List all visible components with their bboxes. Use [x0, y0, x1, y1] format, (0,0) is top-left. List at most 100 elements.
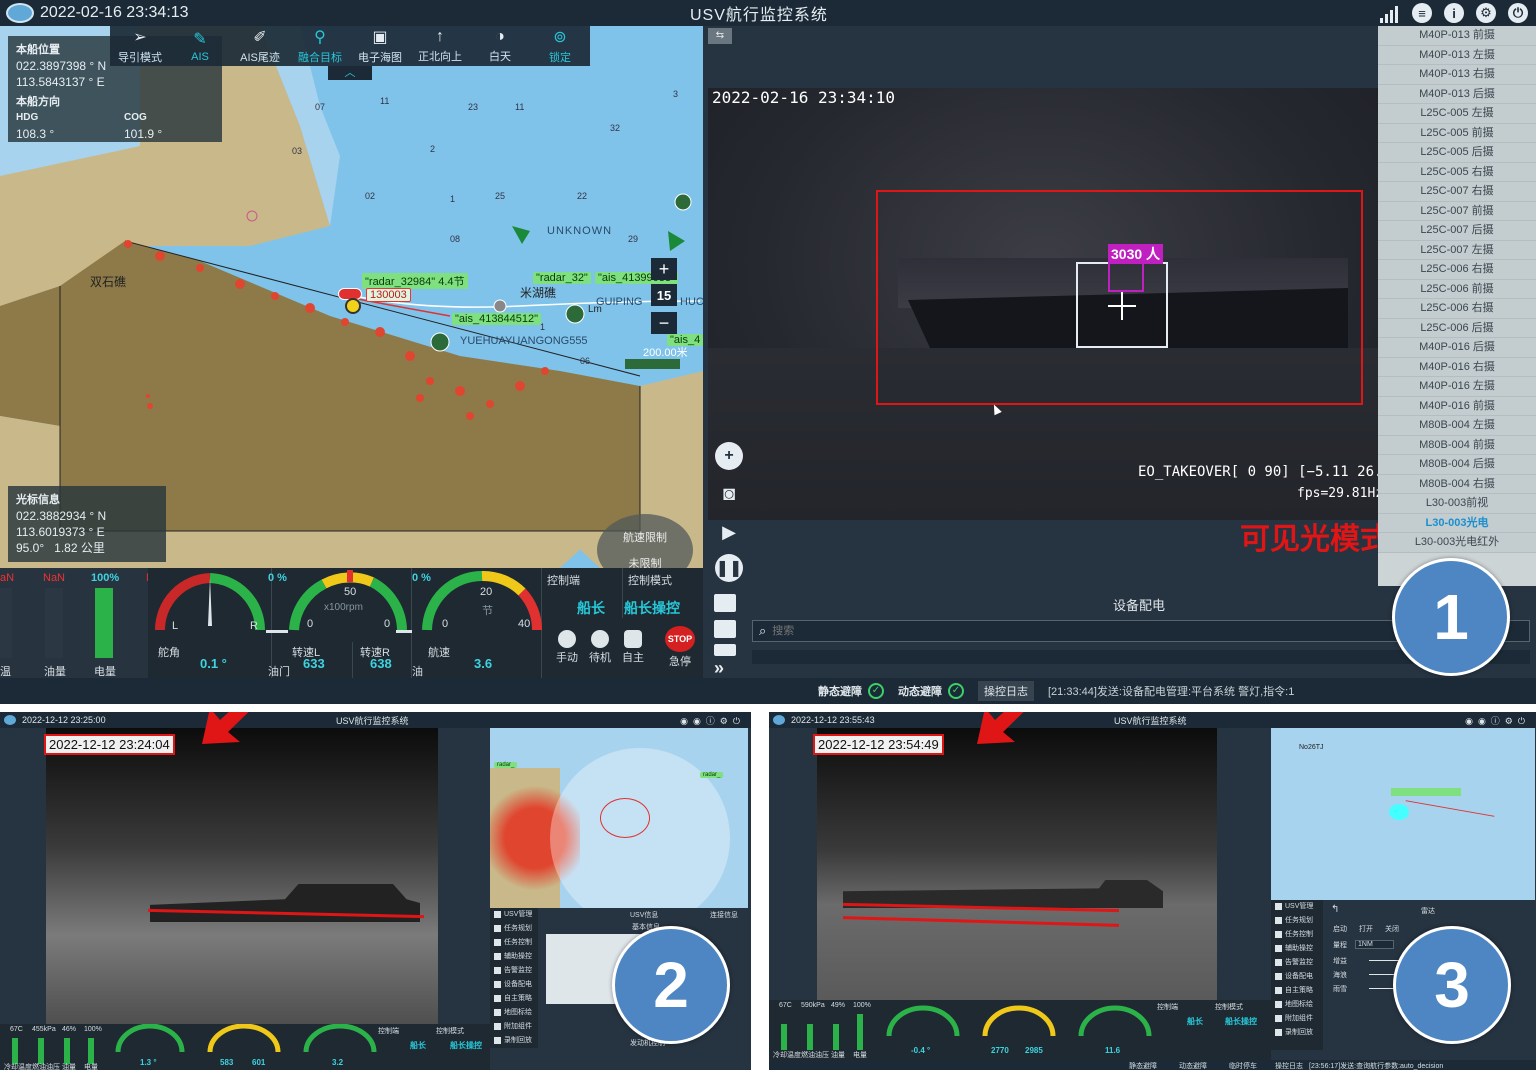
- sidebar-menu-item[interactable]: 录制回放: [490, 1034, 538, 1048]
- sidebar-menu-item[interactable]: 任务控制: [490, 936, 538, 950]
- manual-mode-button[interactable]: 手动: [552, 630, 582, 666]
- camera-list-item[interactable]: L25C-006 前摄: [1378, 279, 1536, 299]
- sidebar-menu-item[interactable]: 录制回放: [1271, 1026, 1323, 1040]
- camera-snapshot-icon[interactable]: ◙: [715, 480, 743, 508]
- panel2-map[interactable]: radar_ radar_: [490, 728, 748, 908]
- app-logo-icon: [6, 3, 34, 23]
- camera-list-item[interactable]: L25C-005 后摄: [1378, 143, 1536, 163]
- camera-list-item[interactable]: M80B-004 前摄: [1378, 435, 1536, 455]
- camera-list-item[interactable]: L25C-005 右摄: [1378, 162, 1536, 182]
- camera-list-item[interactable]: M40P-013 右摄: [1378, 65, 1536, 85]
- camera-list-item[interactable]: L25C-006 后摄: [1378, 318, 1536, 338]
- sidebar-menu-item[interactable]: USV管理: [1271, 900, 1323, 914]
- panel3-title: USV航行监控系统: [1114, 715, 1187, 726]
- panel2-target-label[interactable]: radar_: [494, 762, 518, 768]
- sidebar-menu-item[interactable]: 辅助操控: [1271, 942, 1323, 956]
- sidebar-menu-item[interactable]: 任务控制: [1271, 928, 1323, 942]
- static-avoid-check-icon[interactable]: ✓: [868, 683, 884, 699]
- camera-list-item[interactable]: L30-003光电红外: [1378, 533, 1536, 553]
- electronic-chart-map[interactable]: 双石礁 米湖礁 UNKNOWN GUIPING HUC YUEHUAYUANGO…: [0, 26, 703, 568]
- sidebar-menu-item[interactable]: 地图标绘: [490, 1006, 538, 1020]
- control-side-value[interactable]: 船长: [577, 598, 605, 618]
- target-label[interactable]: "ais_413844512": [452, 313, 542, 325]
- panel2-conn-info[interactable]: 连接信息: [710, 910, 738, 920]
- expand-icon[interactable]: »: [714, 658, 724, 679]
- info-icon[interactable]: i: [1444, 3, 1464, 23]
- panel2-thermal-video[interactable]: [46, 728, 438, 1024]
- control-log-label[interactable]: 操控日志: [978, 681, 1034, 701]
- back-icon[interactable]: ↰: [1331, 904, 1339, 915]
- edit-icon[interactable]: [714, 594, 736, 612]
- sidebar-menu-item[interactable]: 自主策略: [1271, 984, 1323, 998]
- toolbar-electronic-chart[interactable]: ▣ 电子海图: [350, 26, 410, 66]
- camera-list-item[interactable]: L30-003前视: [1378, 494, 1536, 514]
- signal-icon[interactable]: [1380, 3, 1400, 23]
- sidebar-menu-item[interactable]: USV管理: [490, 908, 538, 922]
- sidebar-menu-item[interactable]: 任务规划: [490, 922, 538, 936]
- sidebar-menu-item[interactable]: 地图标绘: [1271, 998, 1323, 1012]
- camera-list-item[interactable]: M80B-004 左摄: [1378, 416, 1536, 436]
- add-icon[interactable]: +: [715, 442, 743, 470]
- toolbar-fusion-target[interactable]: ⚲ 融合目标: [290, 26, 350, 66]
- target-label[interactable]: "radar_32984" 4.4节: [362, 273, 468, 289]
- target-label[interactable]: 130003: [366, 288, 411, 302]
- camera-list-item[interactable]: L25C-007 前摄: [1378, 201, 1536, 221]
- toolbar-day-mode[interactable]: ◑ 白天: [470, 26, 530, 66]
- toolbar-lock[interactable]: ⊚ 锁定: [530, 26, 590, 66]
- camera-list[interactable]: M40P-013 前摄 M40P-013 左摄 M40P-013 右摄 M40P-01…: [1378, 26, 1536, 586]
- emergency-stop-button[interactable]: STOP 急停: [662, 626, 698, 670]
- camera-list-item[interactable]: M40P-013 左摄: [1378, 45, 1536, 65]
- camera-list-item[interactable]: M40P-016 前摄: [1378, 396, 1536, 416]
- camera-list-item[interactable]: L25C-007 后摄: [1378, 221, 1536, 241]
- camera-list-item[interactable]: M40P-016 左摄: [1378, 377, 1536, 397]
- camera-list-item[interactable]: L30-003光电: [1378, 513, 1536, 533]
- radar-range-select[interactable]: 1NM: [1355, 940, 1394, 949]
- sidebar-menu-item[interactable]: 自主策略: [490, 992, 538, 1006]
- zoom-out-button[interactable]: −: [651, 312, 677, 334]
- radar-on-option[interactable]: 打开: [1359, 924, 1373, 934]
- camera-list-item[interactable]: M80B-004 后摄: [1378, 455, 1536, 475]
- camera-list-item[interactable]: L25C-006 右摄: [1378, 260, 1536, 280]
- camera-list-item[interactable]: M40P-016 右摄: [1378, 357, 1536, 377]
- panel3-thermal-video[interactable]: [817, 728, 1217, 1000]
- camera-list-item[interactable]: L25C-005 左摄: [1378, 104, 1536, 124]
- sidebar-menu-item[interactable]: 告警监控: [1271, 956, 1323, 970]
- sidebar-menu-item[interactable]: 辅助操控: [490, 950, 538, 964]
- camera-list-item[interactable]: L25C-007 右摄: [1378, 182, 1536, 202]
- camera-list-item[interactable]: M40P-016 后摄: [1378, 338, 1536, 358]
- standby-mode-button[interactable]: 待机: [585, 630, 615, 666]
- radar-off-option[interactable]: 关闭: [1385, 924, 1399, 934]
- target-label[interactable]: "radar_32": [533, 272, 591, 284]
- checklist-icon[interactable]: [714, 620, 736, 638]
- panel2-target-label[interactable]: radar_: [700, 772, 724, 778]
- camera-list-item[interactable]: M80B-004 右摄: [1378, 474, 1536, 494]
- sidebar-menu-item[interactable]: 附加组件: [1271, 1012, 1323, 1026]
- pause-icon[interactable]: ❚❚: [715, 554, 743, 582]
- control-mode-value[interactable]: 船长操控: [624, 598, 680, 618]
- toolbar-guide-mode[interactable]: ➢ 导引模式: [110, 26, 170, 66]
- sidebar-menu-item[interactable]: 告警监控: [490, 964, 538, 978]
- camera-list-item[interactable]: L25C-006 右摄: [1378, 299, 1536, 319]
- swap-view-icon[interactable]: ⇆: [708, 28, 732, 44]
- auto-mode-button[interactable]: 自主: [618, 630, 648, 666]
- camera-list-item[interactable]: M40P-013 后摄: [1378, 84, 1536, 104]
- sidebar-menu-item[interactable]: 附加组件: [490, 1020, 538, 1034]
- message-icon[interactable]: [714, 644, 736, 656]
- power-icon[interactable]: ⏻: [1508, 3, 1528, 23]
- sidebar-menu-item[interactable]: 任务规划: [1271, 914, 1323, 928]
- sidebar-menu-item[interactable]: 设备配电: [1271, 970, 1323, 984]
- camera-list-item[interactable]: L25C-005 前摄: [1378, 123, 1536, 143]
- dynamic-avoid-check-icon[interactable]: ✓: [948, 683, 964, 699]
- toolbar-north-up[interactable]: ↑ 正北向上: [410, 26, 470, 66]
- camera-list-item[interactable]: L25C-007 左摄: [1378, 240, 1536, 260]
- toolbar-ais-trail[interactable]: ✐ AIS尾迹: [230, 26, 290, 66]
- panel3-map[interactable]: No26TJ: [1271, 728, 1535, 900]
- toolbar-collapse-icon[interactable]: ︿: [328, 66, 372, 80]
- gear-icon[interactable]: ⚙: [1476, 3, 1496, 23]
- camera-list-item[interactable]: M40P-013 前摄: [1378, 26, 1536, 46]
- toolbar-ais[interactable]: ✎ AIS: [170, 26, 230, 66]
- menu-icon[interactable]: ≡: [1412, 3, 1432, 23]
- video-record-icon[interactable]: ▶: [715, 518, 743, 546]
- zoom-in-button[interactable]: +: [651, 258, 677, 280]
- sidebar-menu-item[interactable]: 设备配电: [490, 978, 538, 992]
